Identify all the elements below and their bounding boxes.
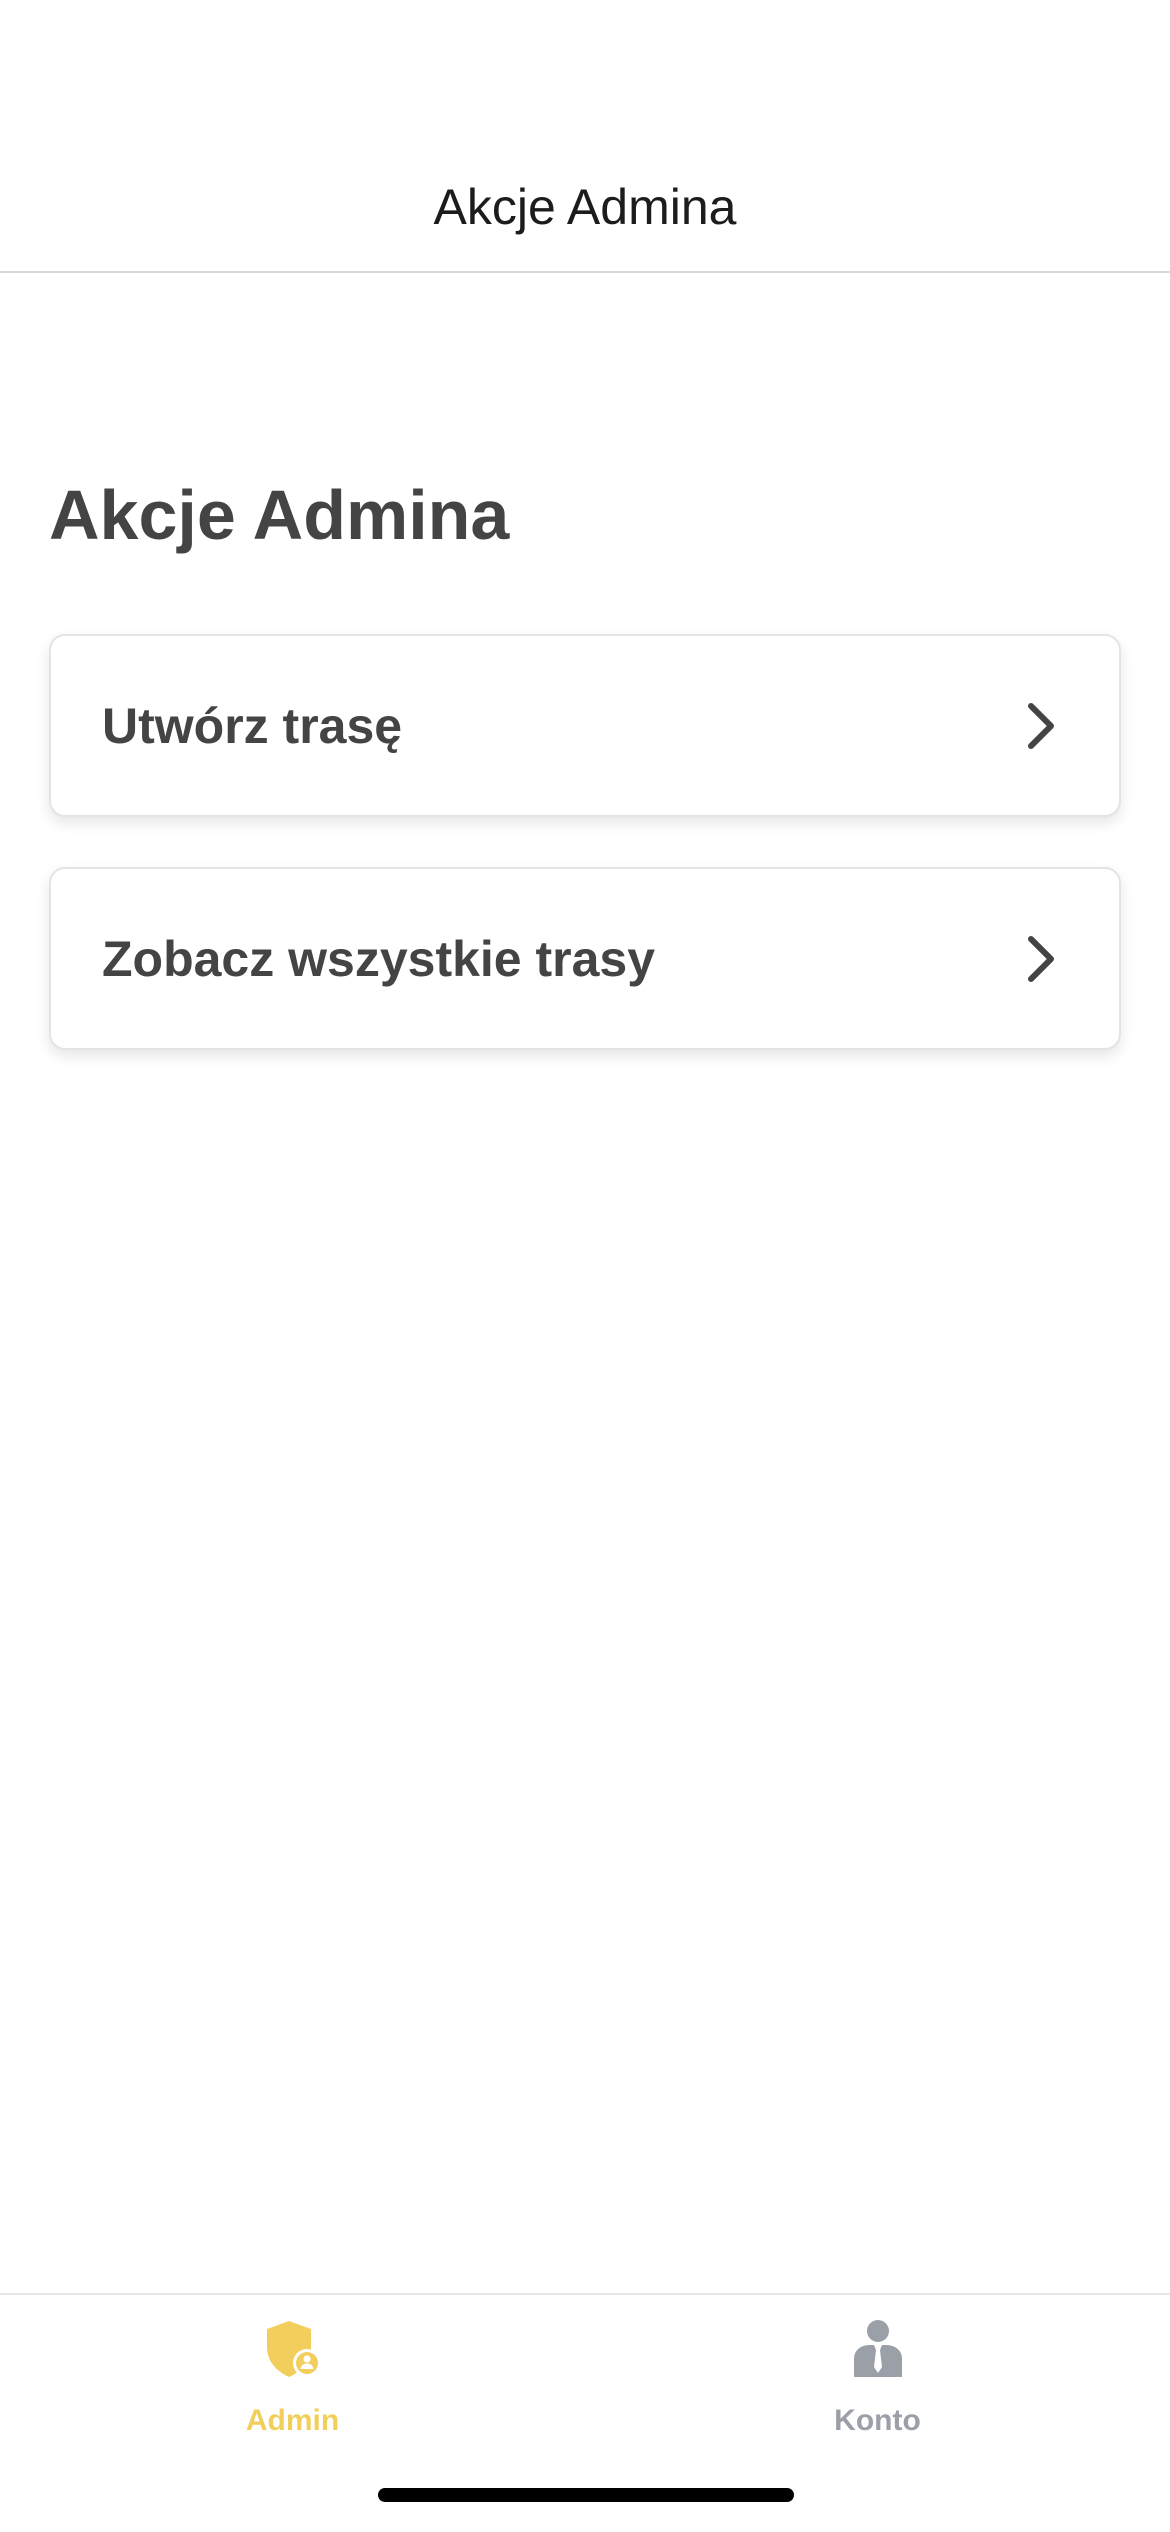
chevron-right-icon bbox=[1028, 935, 1054, 982]
create-route-button[interactable]: Utwórz trasę bbox=[49, 634, 1121, 817]
page-title: Akcje Admina bbox=[49, 476, 510, 554]
tab-admin[interactable]: Admin bbox=[0, 2295, 585, 2455]
tab-admin-label: Admin bbox=[245, 2404, 340, 2437]
view-all-routes-button[interactable]: Zobacz wszystkie trasy bbox=[49, 867, 1121, 1050]
nav-title: Akcje Admina bbox=[433, 179, 737, 235]
tab-konto-label: Konto bbox=[834, 2404, 921, 2437]
account-person-icon bbox=[853, 2320, 902, 2377]
home-indicator bbox=[378, 2488, 794, 2502]
view-all-routes-label: Zobacz wszystkie trasy bbox=[102, 930, 656, 987]
admin-shield-icon bbox=[266, 2321, 321, 2377]
create-route-label: Utwórz trasę bbox=[102, 697, 403, 754]
chevron-right-icon bbox=[1028, 702, 1054, 749]
navigation-bar: Akcje Admina bbox=[0, 0, 1170, 273]
tab-konto[interactable]: Konto bbox=[585, 2295, 1170, 2455]
